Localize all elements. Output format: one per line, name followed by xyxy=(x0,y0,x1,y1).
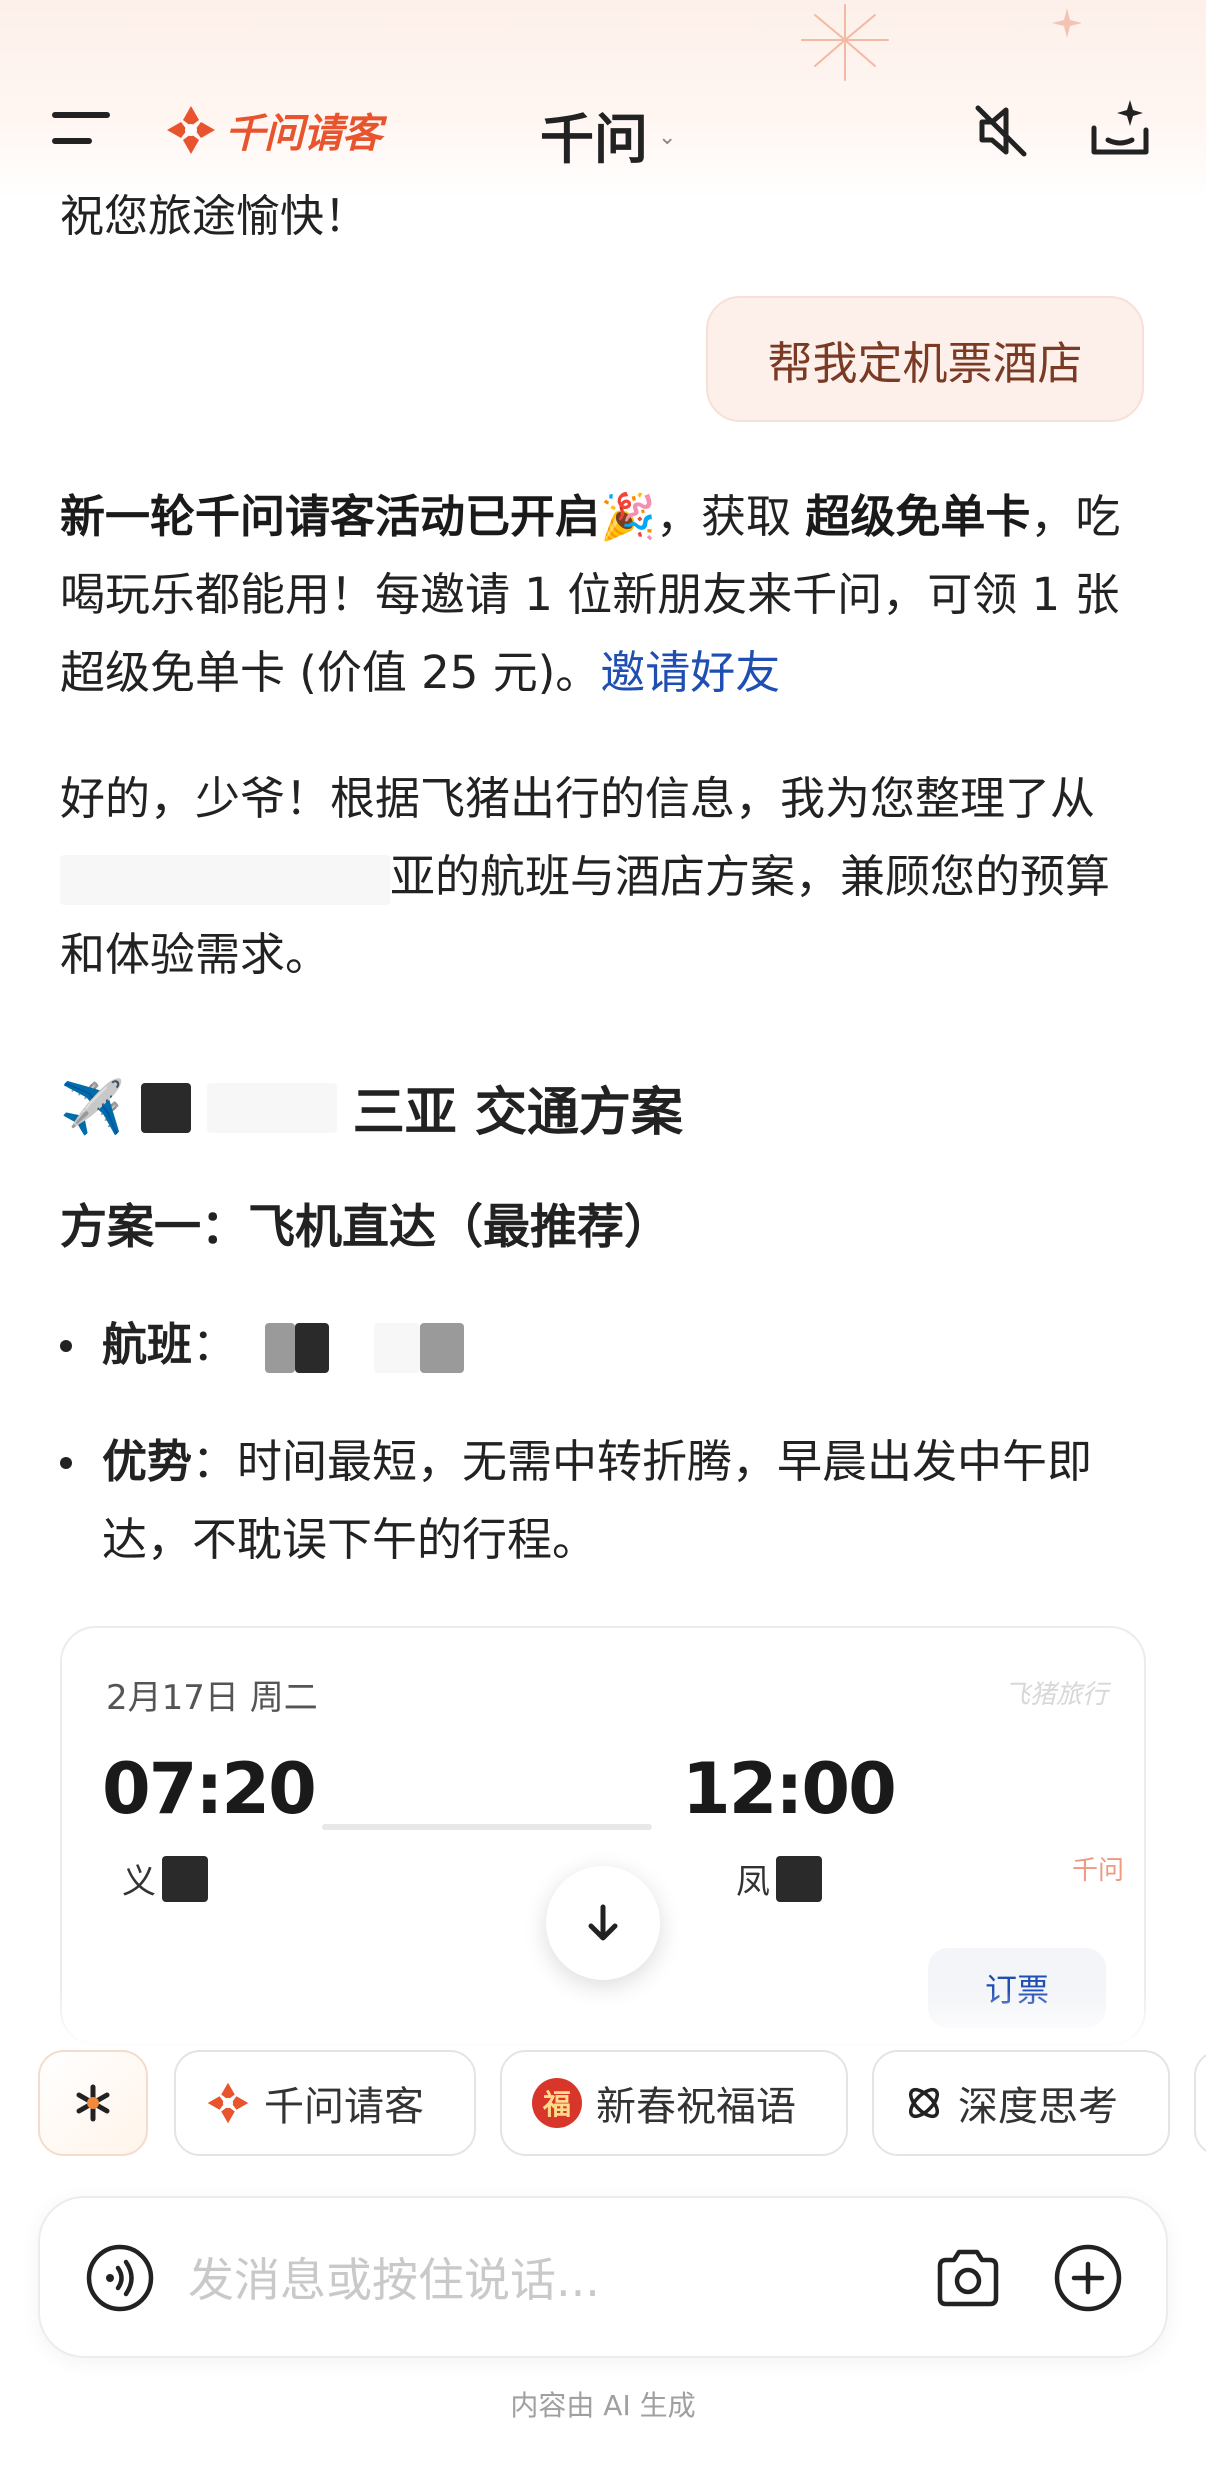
new-year-wish-chip[interactable]: 福 新春祝福语 xyxy=(500,2050,848,2156)
list-item: 航班： xyxy=(60,1306,1150,1384)
qianwen-treat-logo[interactable]: 千问请客 xyxy=(165,100,382,160)
more-chip-edge[interactable] xyxy=(1194,2050,1206,2156)
ai-assistant-chip[interactable] xyxy=(38,2050,148,2156)
ai-generated-note: 内容由 AI 生成 xyxy=(510,2389,696,2422)
bullet-label: 优势 xyxy=(102,1435,193,1488)
user-message-bubble[interactable]: 帮我定机票酒店 xyxy=(706,296,1144,422)
list-item: 优势：时间最短，无需中转折腾，早晨出发中午即达，不耽误下午的行程。 xyxy=(60,1423,1150,1579)
bullet-separator: ： xyxy=(192,1318,238,1371)
chevron-down-icon: ⌄ xyxy=(658,125,677,150)
model-selector[interactable]: 千问 ⌄ xyxy=(540,95,676,174)
reply-paragraph: 好的，少爷！根据飞猪出行的信息，我为您整理了从亚的航班与酒店方案，兼顾您的预算和… xyxy=(60,760,1150,994)
user-message-text: 帮我定机票酒店 xyxy=(767,336,1083,390)
redacted-text xyxy=(295,1323,330,1373)
flight-date: 2月17日 周二 xyxy=(106,1678,318,1718)
section-title-text: 三亚 交通方案 xyxy=(352,1083,683,1143)
provider-brand: 飞猪旅行 xyxy=(1003,1680,1108,1710)
plan-title: 方案一：飞机直达（最推荐） xyxy=(60,1200,671,1255)
message-input-bar xyxy=(38,2196,1168,2358)
speaker-muted-icon[interactable] xyxy=(970,100,1032,162)
arrive-city: 凤 xyxy=(736,1854,822,1903)
arrive-city-initial: 凤 xyxy=(736,1862,770,1902)
flight-route-line xyxy=(322,1824,652,1830)
promo-text-1: 新一轮千问请客活动已开启 xyxy=(60,490,601,543)
section-title: ✈️ 三亚 交通方案 xyxy=(60,1070,683,1145)
firework-decoration-icon xyxy=(801,4,889,81)
voice-wave-icon[interactable] xyxy=(86,2244,154,2312)
ai-spark-icon xyxy=(76,2084,110,2122)
reply-text-1: 好的，少爷！根据飞猪出行的信息，我为您整理了从 xyxy=(60,772,1096,825)
arrive-time: 12:00 xyxy=(682,1748,897,1830)
message-input[interactable] xyxy=(186,2234,890,2326)
promo-paragraph: 新一轮千问请客活动已开启🎉，获取 超级免单卡，吃喝玩乐都能用！每邀请 1 位新朋… xyxy=(60,478,1150,712)
airplane-icon: ✈️ xyxy=(60,1078,125,1138)
depart-time: 07:20 xyxy=(102,1748,317,1830)
plus-circle-icon[interactable] xyxy=(1052,2242,1124,2314)
qianwen-logo-icon xyxy=(207,2082,249,2124)
qianwen-tag: 千问 xyxy=(1071,1856,1124,1886)
depart-city-initial: 义 xyxy=(122,1862,156,1902)
promo-text-2: ，获取 xyxy=(656,490,806,543)
redacted-text xyxy=(162,1855,208,1902)
qianwen-logo-icon xyxy=(167,106,215,154)
party-emoji: 🎉 xyxy=(600,490,657,543)
fu-badge-icon: 福 xyxy=(532,2078,582,2128)
bullet-text: 时间最短，无需中转折腾，早晨出发中午即达，不耽误下午的行程。 xyxy=(102,1435,1093,1566)
redacted-text xyxy=(206,1082,337,1133)
depart-city: 义 xyxy=(122,1854,208,1903)
redacted-text xyxy=(419,1323,464,1373)
flight-card[interactable]: 2月17日 周二 飞猪旅行 07:20 12:00 义 凤 千问 订票 xyxy=(60,1626,1146,2046)
redacted-text xyxy=(776,1855,822,1902)
page-title: 千问 xyxy=(540,108,648,171)
bullet-label: 航班 xyxy=(102,1318,193,1371)
promo-bold: 超级免单卡 xyxy=(805,490,1031,543)
scroll-down-button[interactable] xyxy=(546,1866,660,1980)
bullet-dot xyxy=(60,1457,72,1469)
deep-think-icon xyxy=(908,2087,940,2119)
bullet-dot xyxy=(60,1340,72,1352)
redacted-text xyxy=(265,1323,296,1373)
redacted-text xyxy=(60,855,390,905)
arrow-down-icon xyxy=(588,1904,618,1941)
bullet-separator: ： xyxy=(192,1435,238,1488)
chat-fade xyxy=(0,1990,1206,2050)
redacted-text xyxy=(373,1323,420,1373)
camera-icon[interactable] xyxy=(932,2242,1004,2314)
qianwen-treat-chip[interactable]: 千问请客 xyxy=(174,2050,476,2156)
chip-label: 深度思考 xyxy=(958,2084,1118,2130)
invite-friends-link[interactable]: 邀请好友 xyxy=(600,646,780,699)
menu-icon[interactable] xyxy=(52,108,112,148)
new-chat-sparkle-icon[interactable] xyxy=(1086,94,1156,164)
sparkle-decoration-icon xyxy=(1052,8,1082,38)
chip-label: 千问请客 xyxy=(264,2084,424,2130)
logo-text: 千问请客 xyxy=(225,111,382,157)
chip-label: 新春祝福语 xyxy=(596,2084,796,2130)
suggestion-chips: 千问请客 福 新春祝福语 深度思考 xyxy=(0,2050,1206,2160)
deep-think-chip[interactable]: 深度思考 xyxy=(872,2050,1170,2156)
redacted-text xyxy=(140,1082,191,1133)
